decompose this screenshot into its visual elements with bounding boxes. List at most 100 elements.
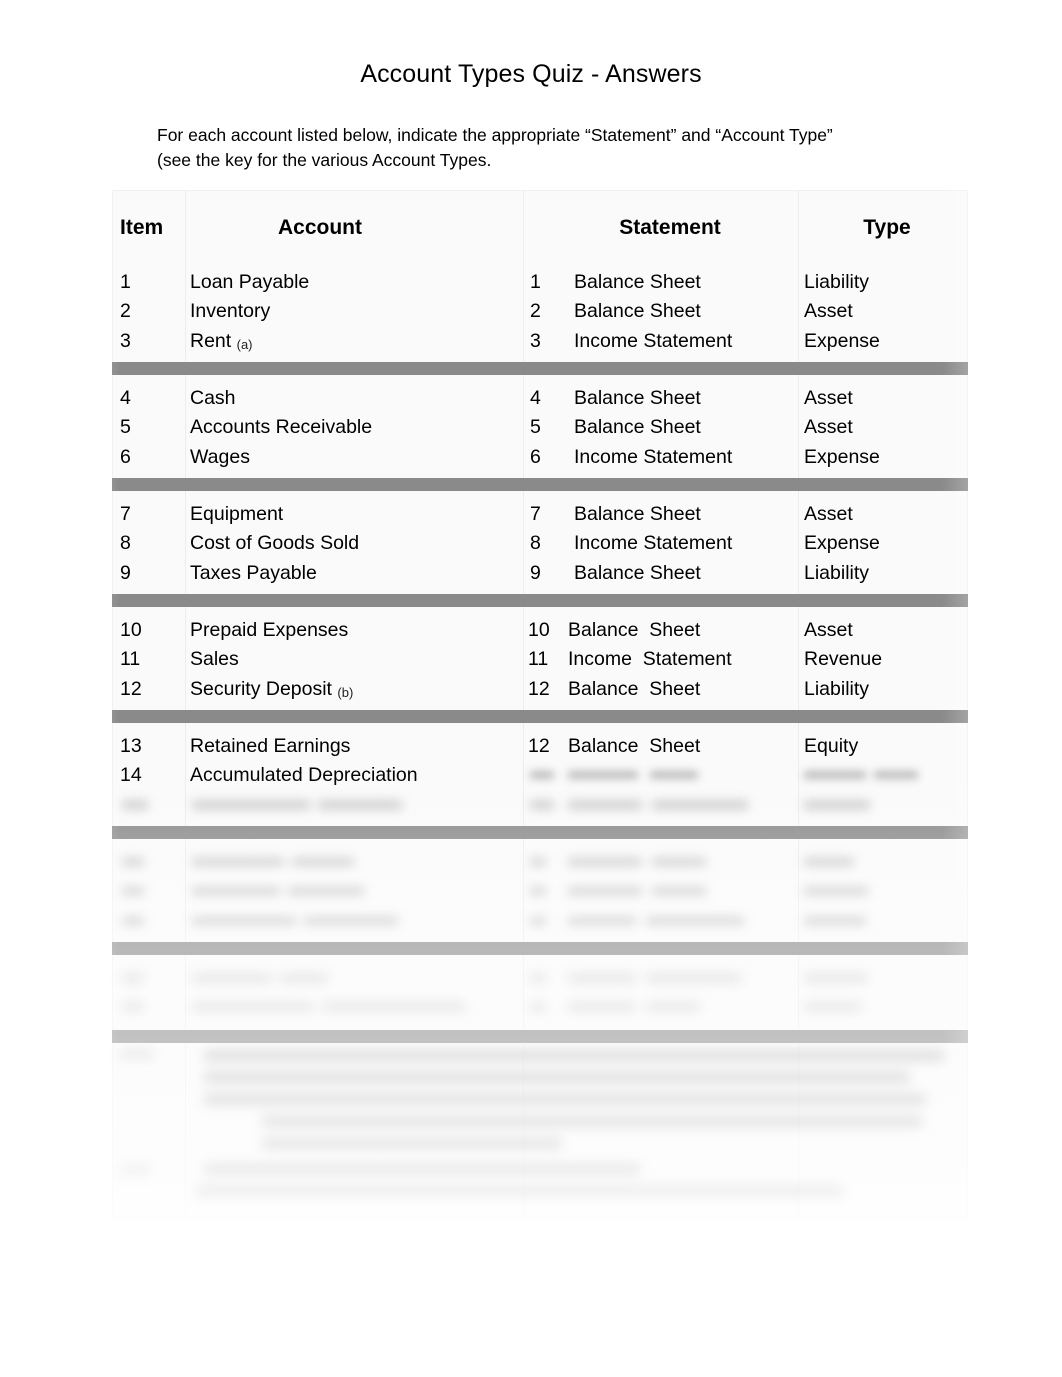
table-row-illegible [112,791,968,820]
cell-account: Prepaid Expenses [190,619,349,641]
cell-statement: Balance Sheet [574,503,701,525]
group-separator-bar [112,362,968,375]
row-group-illegible [112,964,968,1023]
cell-item: 6 [120,445,131,468]
cell-stmt-num: 5 [530,416,541,439]
cell-account: Cost of Goods Sold [190,532,360,555]
cell-statement: Balance Sheet [574,387,701,409]
table-row: 12 Security Deposit (b) 12 Balance Sheet… [112,675,968,704]
table-row-illegible [112,993,968,1022]
cell-statement: Income Statement [574,532,733,555]
cell-stmt-num: 8 [530,532,541,555]
table-row-illegible [112,848,968,877]
page-edge-left [0,0,120,1377]
cell-stmt-num: 11 [528,648,549,671]
cell-type: Asset [804,300,853,323]
column-header-statement: Statement [619,216,721,239]
cell-account: Loan Payable [190,271,310,293]
table-row: 1 Loan Payable 1 Balance Sheet Liability [112,268,968,297]
cell-statement: Income Statement [574,445,733,468]
page-title: Account Types Quiz - Answers [360,60,702,88]
cell-type: Expense [804,329,880,352]
cell-account: Security Deposit (b) [190,677,354,700]
row-group-illegible [112,848,968,936]
column-header-type: Type [863,216,911,239]
cell-type: Expense [804,532,880,555]
answer-table: Item Account Statement Type 1 Loan Payab… [112,190,968,1220]
cell-type: Liability [804,271,870,293]
cell-item: 13 [120,735,142,757]
intro-line-2: (see the key for the various Account Typ… [157,150,492,170]
table-row: 9 Taxes Payable 9 Balance Sheet Liabilit… [112,559,968,588]
cell-statement: Balance Sheet [574,561,701,584]
cell-stmt-num: 3 [530,329,541,352]
cell-item: 1 [120,271,131,293]
cell-type: Equity [804,735,859,757]
cell-account: Wages [190,445,250,468]
document-page: Account Types Quiz - Answers For each ac… [0,0,1062,1377]
table-row: 3 Rent (a) 3 Income Statement Expense [112,327,968,356]
cell-stmt-num: 2 [530,300,541,323]
cell-item: 2 [120,300,131,323]
cell-account: Rent (a) [190,329,253,352]
table-row: 4 Cash 4 Balance Sheet Asset [112,384,968,413]
cell-account: Equipment [190,503,284,525]
cell-item: 7 [120,503,131,525]
cell-stmt-num: 7 [530,503,541,525]
cell-stmt-num: 6 [530,445,541,468]
cell-stmt-num: 12 [528,735,550,757]
cell-item: 3 [120,329,131,352]
table-row-illegible [112,877,968,906]
cell-item: 14 [120,764,142,787]
cell-account: Retained Earnings [190,735,351,757]
cell-statement: Balance Sheet [574,416,701,439]
cell-account: Taxes Payable [190,561,317,584]
cell-type: Asset [804,387,853,409]
table-row: 5 Accounts Receivable 5 Balance Sheet As… [112,413,968,442]
table-row: 14 Accumulated Depreciation [112,761,968,790]
cell-item: 9 [120,561,131,584]
cell-statement: Balance Sheet [568,677,701,700]
cell-statement: Balance Sheet [568,619,701,641]
cell-type: Liability [804,561,870,584]
cell-type: Asset [804,619,853,641]
cell-stmt-num: 9 [530,561,541,584]
cell-type: Revenue [804,648,883,671]
cell-stmt-num: 12 [528,677,550,700]
cell-item: 5 [120,416,131,439]
cell-item: 8 [120,532,131,555]
table-row: 2 Inventory 2 Balance Sheet Asset [112,297,968,326]
footnote-marker: (b) [337,684,354,700]
cell-type: Liability [804,677,870,700]
cell-type: Asset [804,416,853,439]
cell-type: Asset [804,503,853,525]
cell-item: 11 [120,648,141,671]
cell-statement: Income Statement [568,648,732,671]
row-group: 7 Equipment 7 Balance Sheet Asset 8 Cost… [112,500,968,588]
row-group: 13 Retained Earnings 12 Balance Sheet Eq… [112,732,968,820]
group-separator-bar [112,710,968,723]
group-separator-bar [112,942,968,955]
group-separator-bar [112,1030,968,1043]
table-row-illegible [112,907,968,936]
cell-type: Expense [804,445,880,468]
intro-line-1: For each account listed below, indicate … [157,125,833,145]
row-group: 1 Loan Payable 1 Balance Sheet Liability… [112,268,968,356]
cell-item: 4 [120,387,131,409]
intro-paragraph: For each account listed below, indicate … [157,123,957,173]
group-separator-bar [112,594,968,607]
cell-statement: Balance Sheet [574,300,701,323]
cell-account: Accounts Receivable [190,416,373,439]
column-header-item: Item [120,216,164,239]
cell-statement: Balance Sheet [574,271,701,293]
table-row: 11 Sales 11 Income Statement Revenue [112,645,968,674]
cell-account: Accumulated Depreciation [190,764,418,787]
footnote-block-illegible [112,1046,968,1226]
cell-stmt-num: 4 [530,387,541,409]
column-header-account: Account [278,216,362,239]
group-separator-bar [112,478,968,491]
row-group: 10 Prepaid Expenses 10 Balance Sheet Ass… [112,616,968,704]
cell-statement: Income Statement [574,329,733,352]
cell-stmt-num: 1 [530,271,541,293]
table-row: 7 Equipment 7 Balance Sheet Asset [112,500,968,529]
